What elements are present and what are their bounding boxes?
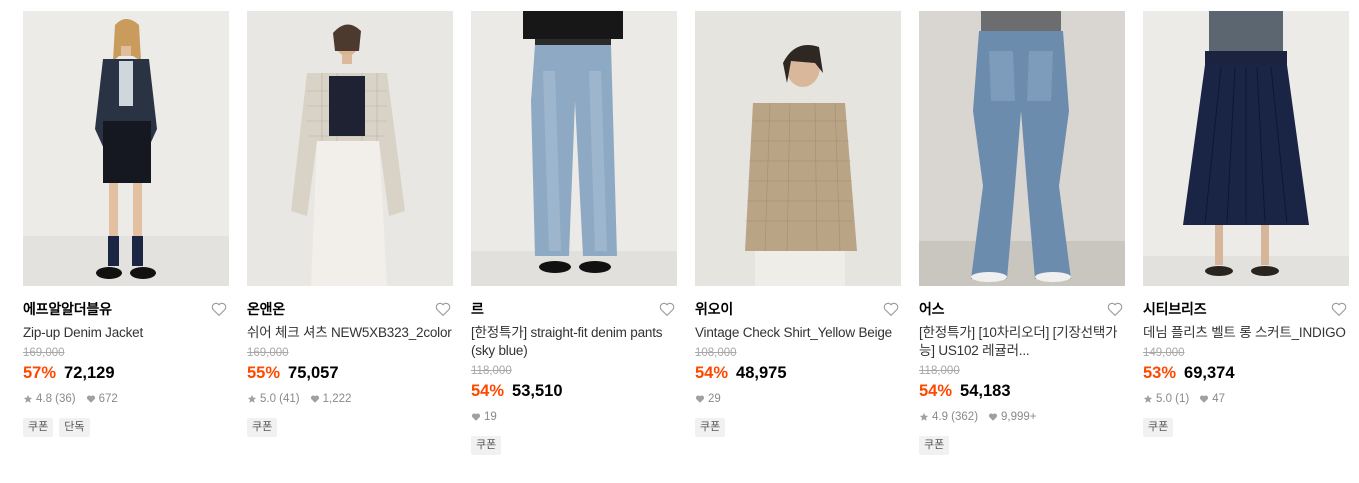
tag-exclusive: 단독 <box>59 418 90 437</box>
original-price: 118,000 <box>919 365 960 377</box>
product-stats: 19 <box>471 410 677 424</box>
sale-price: 75,057 <box>288 364 339 382</box>
brand-name[interactable]: 어스 <box>919 299 945 319</box>
rating: 5.0 (41) <box>260 393 300 405</box>
tag-list: 쿠폰 <box>1143 418 1349 437</box>
product-card[interactable]: 시티브리즈 데님 플리츠 벨트 롱 스커트_INDIGO 149,000 53%… <box>1143 11 1349 455</box>
discount-rate: 54% <box>471 382 505 400</box>
product-grid: 에프알알더블유 Zip-up Denim Jacket 169,000 57% … <box>23 11 1349 455</box>
heart-icon[interactable] <box>209 299 229 319</box>
sale-price: 53,510 <box>512 382 563 400</box>
model-denim-pants-photo <box>471 11 677 286</box>
heart-small-icon <box>988 413 998 421</box>
product-card[interactable]: 온앤온 쉬어 체크 셔츠 NEW5XB323_2color 169,000 55… <box>247 11 453 455</box>
like-count: 1,222 <box>322 393 352 405</box>
product-name[interactable]: Zip-up Denim Jacket <box>23 324 229 342</box>
heart-small-icon <box>471 413 481 421</box>
brand-name[interactable]: 시티브리즈 <box>1143 299 1207 319</box>
like-count: 672 <box>98 393 118 405</box>
like-count: 19 <box>484 411 497 423</box>
star-icon <box>1143 394 1153 403</box>
tag-coupon: 쿠폰 <box>23 418 54 437</box>
model-denim-jacket-photo <box>23 11 229 286</box>
model-pleated-skirt-photo <box>1143 11 1349 286</box>
star-icon <box>23 394 33 403</box>
rating: 5.0 (1) <box>1156 393 1190 405</box>
tag-coupon: 쿠폰 <box>919 436 950 455</box>
product-name[interactable]: 쉬어 체크 셔츠 NEW5XB323_2color <box>247 324 453 342</box>
heart-small-icon <box>695 395 705 403</box>
tag-list: 쿠폰 <box>695 418 901 437</box>
model-check-shirt-photo <box>247 11 453 286</box>
product-image[interactable] <box>919 11 1125 286</box>
product-name[interactable]: 데님 플리츠 벨트 롱 스커트_INDIGO <box>1143 324 1349 342</box>
product-stats: 4.9 (362) 9,999+ <box>919 410 1125 424</box>
star-icon <box>919 412 929 421</box>
product-card[interactable]: 에프알알더블유 Zip-up Denim Jacket 169,000 57% … <box>23 11 229 455</box>
product-name[interactable]: [한정특가] [10차리오더] [기장선택가능] US102 레귤러... <box>919 324 1125 360</box>
product-stats: 4.8 (36) 672 <box>23 392 229 406</box>
heart-small-icon <box>86 395 95 403</box>
original-price: 149,000 <box>1143 347 1185 359</box>
tag-coupon: 쿠폰 <box>471 436 502 455</box>
original-price: 169,000 <box>23 347 65 359</box>
like-count: 9,999+ <box>1001 411 1037 423</box>
product-card[interactable]: 위오이 Vintage Check Shirt_Yellow Beige 108… <box>695 11 901 455</box>
heart-icon[interactable] <box>657 299 677 319</box>
brand-name[interactable]: 온앤온 <box>247 299 285 319</box>
original-price: 118,000 <box>471 365 512 377</box>
discount-rate: 54% <box>695 364 729 382</box>
heart-small-icon <box>1200 395 1209 403</box>
heart-icon[interactable] <box>1329 299 1349 319</box>
product-stats: 29 <box>695 392 901 406</box>
model-vintage-shirt-photo <box>695 11 901 286</box>
like-count: 29 <box>708 393 721 405</box>
product-image[interactable] <box>1143 11 1349 286</box>
model-flare-jeans-photo <box>919 11 1125 286</box>
discount-rate: 55% <box>247 364 281 382</box>
discount-rate: 57% <box>23 364 57 382</box>
star-icon <box>247 394 257 403</box>
heart-icon[interactable] <box>433 299 453 319</box>
product-card[interactable]: 르 [한정특가] straight-fit denim pants (sky b… <box>471 11 677 455</box>
product-card[interactable]: 어스 [한정특가] [10차리오더] [기장선택가능] US102 레귤러...… <box>919 11 1125 455</box>
rating: 4.9 (362) <box>932 411 979 423</box>
product-name[interactable]: Vintage Check Shirt_Yellow Beige <box>695 324 901 342</box>
product-name[interactable]: [한정특가] straight-fit denim pants (sky blu… <box>471 324 677 360</box>
product-image[interactable] <box>471 11 677 286</box>
heart-icon[interactable] <box>1105 299 1125 319</box>
sale-price: 72,129 <box>64 364 115 382</box>
tag-list: 쿠폰 <box>247 418 453 437</box>
product-image[interactable] <box>247 11 453 286</box>
original-price: 108,000 <box>695 347 737 359</box>
product-image[interactable] <box>23 11 229 286</box>
product-image[interactable] <box>695 11 901 286</box>
brand-name[interactable]: 르 <box>471 299 484 319</box>
tag-list: 쿠폰 단독 <box>23 418 229 437</box>
tag-coupon: 쿠폰 <box>695 418 726 437</box>
tag-coupon: 쿠폰 <box>247 418 278 437</box>
brand-name[interactable]: 위오이 <box>695 299 733 319</box>
discount-rate: 54% <box>919 382 953 400</box>
product-stats: 5.0 (41) 1,222 <box>247 392 453 406</box>
sale-price: 69,374 <box>1184 364 1235 382</box>
sale-price: 48,975 <box>736 364 787 382</box>
heart-small-icon <box>310 395 319 403</box>
sale-price: 54,183 <box>960 382 1011 400</box>
tag-coupon: 쿠폰 <box>1143 418 1174 437</box>
product-stats: 5.0 (1) 47 <box>1143 392 1349 406</box>
tag-list: 쿠폰 <box>919 436 1125 455</box>
original-price: 169,000 <box>247 347 289 359</box>
rating: 4.8 (36) <box>36 393 76 405</box>
like-count: 47 <box>1212 393 1226 405</box>
brand-name[interactable]: 에프알알더블유 <box>23 299 112 319</box>
heart-icon[interactable] <box>881 299 901 319</box>
tag-list: 쿠폰 <box>471 436 677 455</box>
discount-rate: 53% <box>1143 364 1177 382</box>
